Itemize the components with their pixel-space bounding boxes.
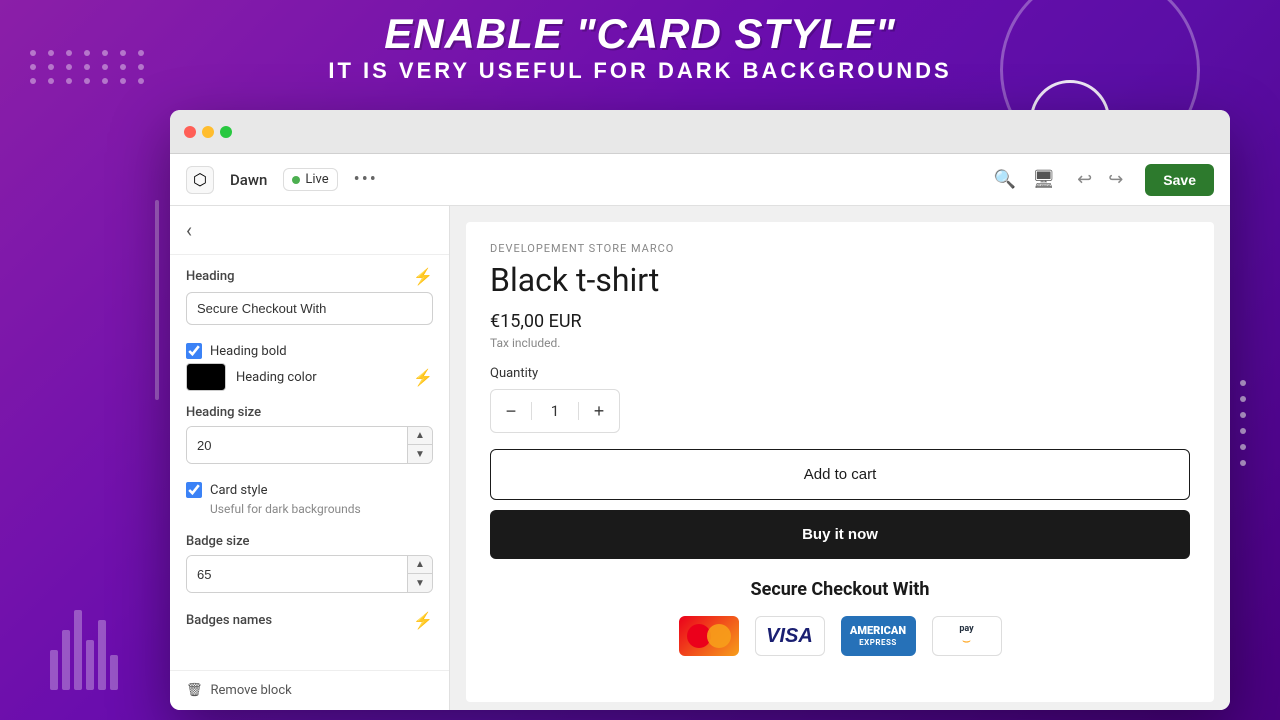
redo-button[interactable]: ↪ bbox=[1102, 165, 1129, 194]
remove-block-label: Remove block bbox=[211, 683, 292, 698]
payment-badges: VISA AMERICAN EXPRESS pay ⌣ bbox=[490, 616, 1190, 656]
card-style-label: Card style bbox=[210, 483, 268, 498]
trash-icon: 🗑 bbox=[186, 683, 203, 698]
toolbar: ⬡ Dawn Live ••• 🔍 🖥 ↩ ↪ Save bbox=[170, 154, 1230, 206]
more-options-button[interactable]: ••• bbox=[354, 169, 378, 190]
save-button[interactable]: Save bbox=[1145, 164, 1214, 196]
heading-size-input[interactable] bbox=[187, 427, 407, 463]
badge-size-input-wrap: ▲ ▼ bbox=[186, 555, 433, 593]
heading-size-section: Heading size ▲ ▼ bbox=[186, 405, 433, 464]
amex-badge: AMERICAN EXPRESS bbox=[841, 616, 916, 656]
store-name: DEVELOPEMENT STORE MARCO bbox=[490, 242, 1190, 255]
back-icon: ⬡ bbox=[193, 170, 207, 189]
live-badge[interactable]: Live bbox=[283, 168, 337, 191]
card-style-section: Card style Useful for dark backgrounds bbox=[186, 482, 433, 516]
badge-size-label: Badge size bbox=[186, 534, 433, 549]
quantity-label: Quantity bbox=[490, 366, 1190, 381]
amex-text2: EXPRESS bbox=[859, 638, 897, 648]
heading-size-label: Heading size bbox=[186, 405, 433, 420]
amex-text: AMERICAN bbox=[850, 624, 906, 638]
amazon-pay-badge: pay ⌣ bbox=[932, 616, 1002, 656]
heading-size-up[interactable]: ▲ bbox=[408, 427, 432, 445]
card-style-row: Card style bbox=[186, 482, 433, 498]
buy-now-button[interactable]: Buy it now bbox=[490, 510, 1190, 559]
quantity-decrease-button[interactable]: − bbox=[491, 390, 531, 432]
heading-bold-label: Heading bold bbox=[210, 344, 287, 359]
quantity-increase-button[interactable]: + bbox=[579, 390, 619, 432]
badge-size-spinners: ▲ ▼ bbox=[407, 556, 432, 592]
mc-circle-right bbox=[707, 624, 731, 648]
search-icon[interactable]: 🔍 bbox=[994, 169, 1016, 190]
top-banner: Enable "Card style" It is very useful fo… bbox=[0, 0, 1280, 92]
price-note: Tax included. bbox=[490, 336, 1190, 350]
browser-window: ⬡ Dawn Live ••• 🔍 🖥 ↩ ↪ Save ‹ H bbox=[170, 110, 1230, 710]
card-style-checkbox[interactable] bbox=[186, 482, 202, 498]
banner-title-line2: It is very useful for dark backgrounds bbox=[0, 58, 1280, 84]
heading-color-stack-icon: ⚡ bbox=[413, 368, 433, 387]
amazon-arrow: ⌣ bbox=[962, 634, 971, 648]
product-card: DEVELOPEMENT STORE MARCO Black t-shirt €… bbox=[466, 222, 1214, 702]
secure-checkout-title: Secure Checkout With bbox=[490, 579, 1190, 600]
quantity-value: 1 bbox=[531, 402, 579, 420]
live-label: Live bbox=[305, 172, 328, 187]
heading-label: Heading ⚡ bbox=[186, 267, 433, 286]
toolbar-nav-buttons: ↩ ↪ bbox=[1071, 165, 1129, 194]
bg-left-line bbox=[155, 200, 159, 400]
desktop-icon[interactable]: 🖥 bbox=[1032, 169, 1055, 190]
heading-input[interactable] bbox=[186, 292, 433, 325]
sidebar-scroll: Heading ⚡ Heading bold Heading color ⚡ bbox=[170, 255, 449, 670]
undo-button[interactable]: ↩ bbox=[1071, 165, 1098, 194]
sidebar: ‹ Heading ⚡ Heading bold bbox=[170, 206, 450, 710]
heading-section: Heading ⚡ bbox=[186, 267, 433, 325]
mastercard-badge bbox=[679, 616, 739, 656]
store-name-label: Dawn bbox=[230, 171, 267, 189]
heading-size-spinners: ▲ ▼ bbox=[407, 427, 432, 463]
product-price: €15,00 EUR bbox=[490, 311, 1190, 332]
bg-bars bbox=[50, 610, 118, 690]
quantity-control: − 1 + bbox=[490, 389, 620, 433]
toolbar-back-button[interactable]: ⬡ bbox=[186, 166, 214, 194]
badge-size-input[interactable] bbox=[187, 556, 407, 592]
heading-color-swatch[interactable] bbox=[186, 363, 226, 391]
visa-badge: VISA bbox=[755, 616, 825, 656]
badge-size-section: Badge size ▲ ▼ bbox=[186, 534, 433, 593]
heading-size-down[interactable]: ▼ bbox=[408, 445, 432, 463]
browser-dot-fullscreen[interactable] bbox=[220, 126, 232, 138]
sidebar-back-button[interactable]: ‹ bbox=[170, 206, 449, 255]
browser-chrome bbox=[170, 110, 1230, 154]
badges-names-label: Badges names ⚡ bbox=[186, 611, 433, 630]
live-dot bbox=[292, 176, 300, 184]
heading-color-row: Heading color ⚡ bbox=[186, 363, 433, 391]
product-title: Black t-shirt bbox=[490, 261, 1190, 299]
heading-bold-checkbox[interactable] bbox=[186, 343, 202, 359]
banner-title-line1: Enable "Card style" bbox=[0, 10, 1280, 58]
heading-size-input-wrap: ▲ ▼ bbox=[186, 426, 433, 464]
add-to-cart-button[interactable]: Add to cart bbox=[490, 449, 1190, 500]
heading-stack-icon: ⚡ bbox=[413, 267, 433, 286]
badges-names-section: Badges names ⚡ bbox=[186, 611, 433, 630]
browser-dots bbox=[184, 126, 232, 138]
remove-block-button[interactable]: 🗑 Remove block bbox=[170, 670, 449, 710]
browser-dot-close[interactable] bbox=[184, 126, 196, 138]
heading-bold-row: Heading bold bbox=[186, 343, 433, 359]
main-area: ‹ Heading ⚡ Heading bold bbox=[170, 206, 1230, 710]
heading-color-label: Heading color bbox=[236, 370, 317, 385]
badges-stack-icon: ⚡ bbox=[413, 611, 433, 630]
preview-area: DEVELOPEMENT STORE MARCO Black t-shirt €… bbox=[450, 206, 1230, 710]
card-style-subtitle: Useful for dark backgrounds bbox=[210, 502, 433, 516]
badge-size-down[interactable]: ▼ bbox=[408, 574, 432, 592]
toolbar-icons: 🔍 🖥 bbox=[994, 169, 1055, 190]
badge-size-up[interactable]: ▲ bbox=[408, 556, 432, 574]
browser-dot-minimize[interactable] bbox=[202, 126, 214, 138]
